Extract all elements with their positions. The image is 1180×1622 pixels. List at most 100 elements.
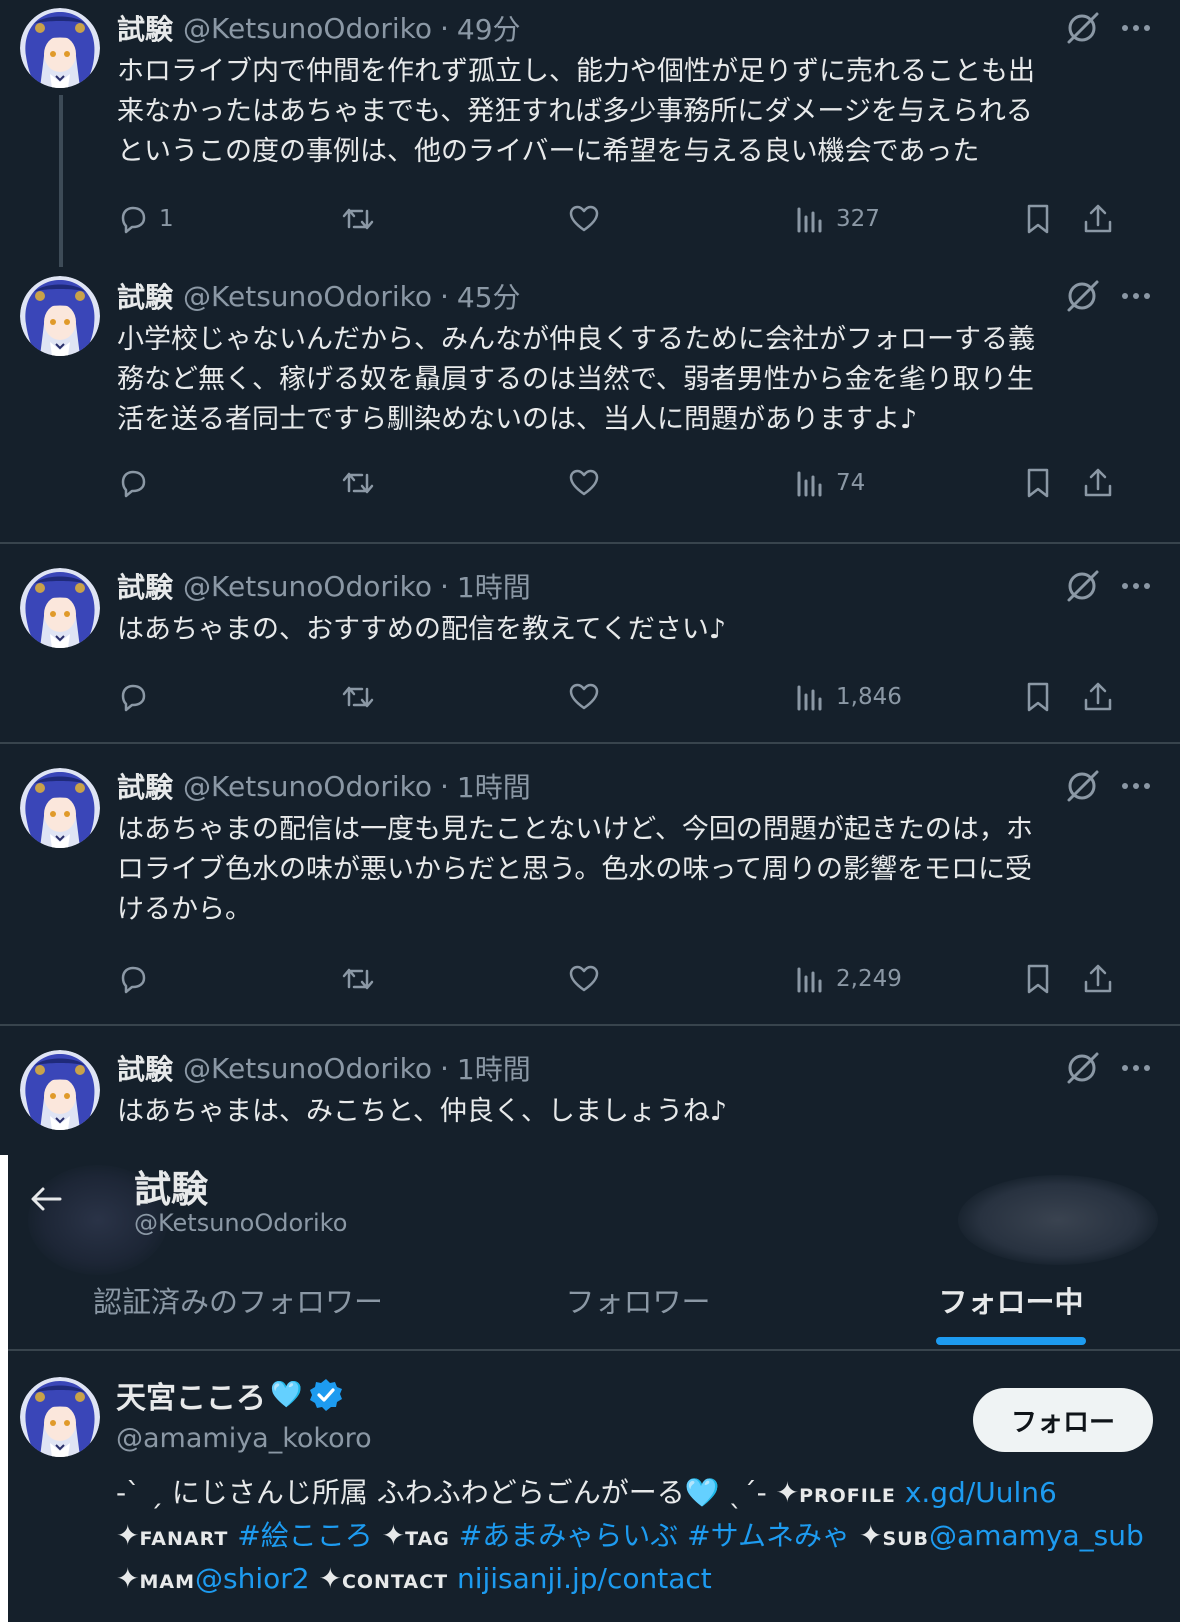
tweet-text-line: はあちゃまの、おすすめの配信を教えてください♪ <box>117 614 727 645</box>
timestamp[interactable]: 45分 <box>457 276 521 316</box>
bio-link[interactable]: nijisanji.jp/contact <box>457 1562 712 1595</box>
avatar[interactable] <box>20 768 100 848</box>
like-button[interactable] <box>566 674 602 720</box>
following-page: 試験 @KetsunoOdoriko 認証済みのフォロワー フォロワー フォロー… <box>8 1155 1180 1622</box>
tab-followers[interactable]: フォロワー <box>528 1251 748 1349</box>
user-handle[interactable]: @amamiya_kokoro <box>116 1423 372 1454</box>
tweet[interactable]: 試験 @KetsunoOdoriko · 1時間 はあちゃまは、みこちと、仲良く… <box>0 1024 1180 1155</box>
star-glyph: ✦ <box>318 1562 342 1595</box>
like-button[interactable] <box>566 956 602 1002</box>
timestamp[interactable]: 1時間 <box>457 766 531 806</box>
display-name[interactable]: 試験 <box>117 566 173 606</box>
reply-button[interactable] <box>115 460 159 506</box>
hashtag-link[interactable]: #あまみゃらいぶ <box>459 1519 678 1552</box>
views-chart-icon <box>797 207 822 233</box>
bookmark-button[interactable] <box>1020 956 1056 1002</box>
verified-badge-icon <box>310 1379 343 1411</box>
bookmark-button[interactable] <box>1020 674 1056 720</box>
handle[interactable]: @KetsunoOdoriko <box>183 570 432 603</box>
share-button[interactable] <box>1080 460 1116 506</box>
share-button[interactable] <box>1080 674 1116 720</box>
display-name[interactable]: 試験 <box>117 276 173 316</box>
handle[interactable]: @KetsunoOdoriko <box>183 770 432 803</box>
grok-icon[interactable] <box>1062 276 1102 316</box>
separator: · <box>439 1051 449 1085</box>
handle[interactable]: @KetsunoOdoriko <box>183 1052 432 1085</box>
more-icon[interactable] <box>1116 276 1156 316</box>
tweet-text-line: というこの度の事例は、他のライバーに希望を与える良い機会であった <box>117 136 980 167</box>
bio-label: SUB <box>882 1528 930 1550</box>
views-button[interactable]: 74 <box>792 460 865 506</box>
tab-bar: 認証済みのフォロワー フォロワー フォロー中 <box>8 1251 1180 1351</box>
hashtag-link[interactable]: #絵こころ <box>237 1519 372 1552</box>
tweet[interactable]: 試験 @KetsunoOdoriko · 1時間 はあちゃまの配信は一度も見たこ… <box>0 742 1180 1024</box>
tweet-actions: 1,846 <box>0 674 1180 720</box>
grok-icon[interactable] <box>1062 1048 1102 1088</box>
tweet-text: ホロライブ内で仲間を作れず孤立し、能力や個性が足りずに売れることも出 来なかった… <box>117 52 1157 172</box>
tweet-actions: 74 <box>0 460 1180 506</box>
avatar[interactable] <box>20 1377 100 1457</box>
retweet-button[interactable] <box>340 196 376 242</box>
avatar[interactable] <box>20 8 100 88</box>
avatar[interactable] <box>20 276 100 356</box>
like-button[interactable] <box>566 196 602 242</box>
retweet-button[interactable] <box>340 956 376 1002</box>
bookmark-button[interactable] <box>1020 196 1056 242</box>
tweet-text: はあちゃまの、おすすめの配信を教えてください♪ <box>117 610 1157 650</box>
handle[interactable]: @KetsunoOdoriko <box>183 280 432 313</box>
tweet-text-line: ロライブ色水の味が悪いからだと思う。色水の味って周りの影響をモロに受 <box>117 854 1033 885</box>
heart-icon <box>569 965 599 992</box>
display-name[interactable]: 試験 <box>117 1048 173 1088</box>
bio-link[interactable]: x.gd/Uuln6 <box>905 1476 1057 1509</box>
display-name[interactable]: 試験 <box>117 8 173 48</box>
tab-verified-followers[interactable]: 認証済みのフォロワー <box>48 1251 428 1349</box>
user-name[interactable]: 天宮こころ 🩵 <box>116 1373 344 1417</box>
timestamp[interactable]: 1時間 <box>457 566 531 606</box>
more-icon[interactable] <box>1116 1048 1156 1088</box>
avatar[interactable] <box>20 568 100 648</box>
reply-button[interactable] <box>115 956 159 1002</box>
mention-link[interactable]: @shior2 <box>195 1562 310 1595</box>
tweet[interactable]: 試験 @KetsunoOdoriko · 45分 小学校じゃないんだから、みんな… <box>0 262 1180 524</box>
handle[interactable]: @KetsunoOdoriko <box>183 12 432 45</box>
retweet-button[interactable] <box>340 460 376 506</box>
tweet[interactable]: 試験 @KetsunoOdoriko · 49分 ホロライブ内で仲間を作れず孤立… <box>0 0 1180 267</box>
hashtag-link[interactable]: #サムネみゃ <box>687 1519 850 1552</box>
name-emoji: 🩵 <box>270 1380 303 1410</box>
mention-link[interactable]: @amamya_sub <box>929 1519 1144 1552</box>
display-name[interactable]: 試験 <box>117 766 173 806</box>
separator: · <box>439 569 449 603</box>
bookmark-icon <box>1027 468 1049 498</box>
views-chart-icon <box>797 685 822 711</box>
back-arrow-icon[interactable] <box>26 1179 66 1219</box>
timestamp[interactable]: 1時間 <box>457 1048 531 1088</box>
grok-icon[interactable] <box>1062 566 1102 606</box>
follow-button[interactable]: フォロー <box>973 1388 1153 1452</box>
share-button[interactable] <box>1080 196 1116 242</box>
views-button[interactable]: 2,249 <box>792 956 902 1002</box>
more-icon[interactable] <box>1116 766 1156 806</box>
avatar[interactable] <box>20 1050 100 1130</box>
bio-label: TAG <box>405 1528 450 1550</box>
tweet-text-line: はあちゃまは、みこちと、仲良く、しましょうね♪ <box>117 1096 728 1127</box>
tweet-text-line: けるから。 <box>117 894 252 925</box>
share-button[interactable] <box>1080 956 1116 1002</box>
tweet[interactable]: 試験 @KetsunoOdoriko · 1時間 はあちゃまの、おすすめの配信を… <box>0 542 1180 742</box>
bio-label: MAM <box>139 1571 195 1593</box>
bookmark-button[interactable] <box>1020 460 1056 506</box>
views-button[interactable]: 327 <box>792 196 880 242</box>
tab-following[interactable]: フォロー中 <box>916 1251 1106 1349</box>
reply-icon <box>121 206 146 234</box>
tweet-text-line: ホロライブ内で仲間を作れず孤立し、能力や個性が足りずに売れることも出 <box>117 56 1035 87</box>
views-button[interactable]: 1,846 <box>792 674 902 720</box>
grok-icon[interactable] <box>1062 8 1102 48</box>
like-button[interactable] <box>566 460 602 506</box>
more-icon[interactable] <box>1116 566 1156 606</box>
timestamp[interactable]: 49分 <box>457 8 521 48</box>
reply-button[interactable]: 1 <box>115 196 174 242</box>
more-icon[interactable] <box>1116 8 1156 48</box>
tweet-header: 試験 @KetsunoOdoriko · 1時間 <box>117 1048 531 1088</box>
reply-button[interactable] <box>115 674 159 720</box>
grok-icon[interactable] <box>1062 766 1102 806</box>
retweet-button[interactable] <box>340 674 376 720</box>
